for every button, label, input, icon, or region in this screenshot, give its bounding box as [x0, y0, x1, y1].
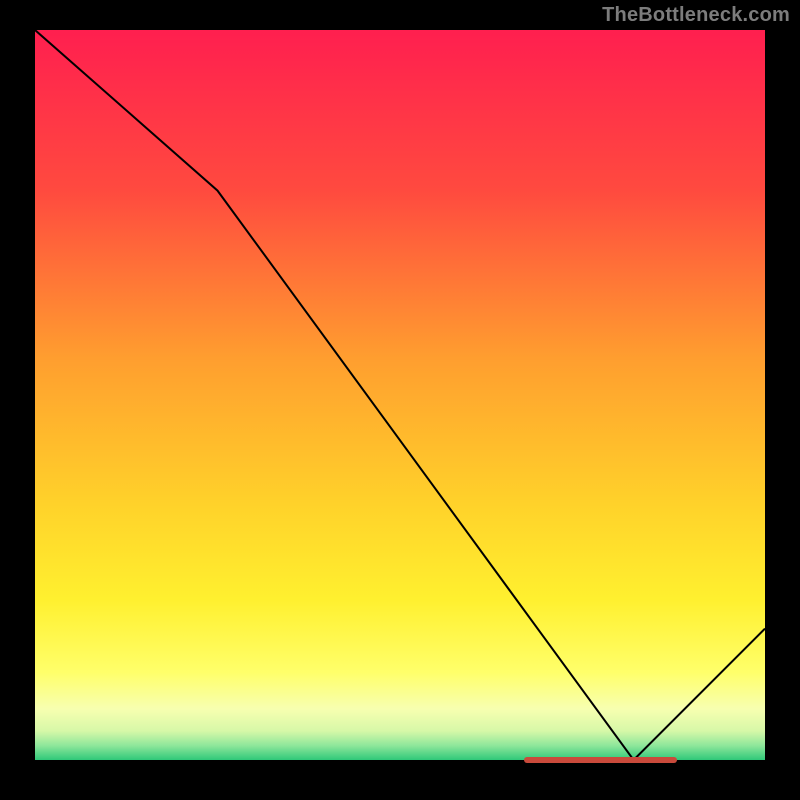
- optimal-range-marker: [524, 757, 677, 763]
- plot-area: [35, 30, 765, 765]
- attribution-text: TheBottleneck.com: [602, 4, 790, 27]
- bottleneck-curve: [35, 30, 765, 760]
- chart-frame: TheBottleneck.com: [0, 0, 800, 800]
